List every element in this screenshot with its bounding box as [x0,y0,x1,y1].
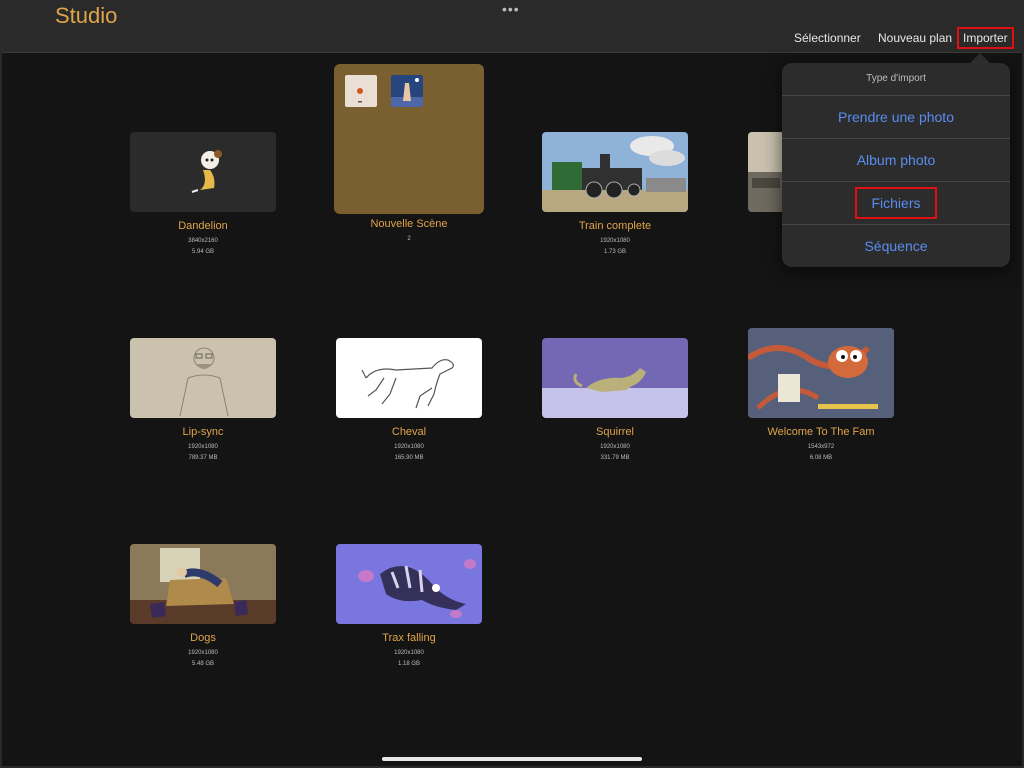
project-name: Lip-sync [182,426,224,438]
import-button[interactable]: Importer [957,27,1014,49]
horse-thumbnail-art [361,359,454,409]
project-size: 6.08 MB [809,455,833,461]
import-popover: Type d'import Prendre une photo Album ph… [782,53,1010,267]
select-button[interactable]: Sélectionner [794,31,861,45]
project-resolution: 1920x1080 [394,650,424,656]
project-name: Nouvelle Scène [370,218,448,230]
device-frame: Studio ••• Sélectionner Nouveau plan Imp… [0,0,1024,768]
files-option[interactable]: Fichiers [782,182,1010,225]
take-photo-option[interactable]: Prendre une photo [782,96,1010,139]
project-tile[interactable]: Cheval 1920x1080 165.90 MB [336,338,482,464]
project-thumbnail[interactable] [130,544,276,624]
files-option-label: Fichiers [855,187,937,219]
welcome-thumbnail-art [748,328,894,418]
project-size: 331.79 MB [600,455,630,461]
project-size: 5.48 GB [191,661,214,667]
project-thumbnail[interactable] [542,338,688,418]
project-resolution: 1543x972 [807,444,835,450]
import-popover-title: Type d'import [782,63,1010,96]
project-thumbnail[interactable] [748,328,894,418]
project-tile[interactable]: Welcome To The Fam 1543x972 6.08 MB [748,328,894,464]
train-thumbnail-art [542,136,688,212]
project-size: 1.18 GB [397,661,420,667]
sequence-option[interactable]: Séquence [782,225,1010,267]
home-indicator[interactable] [382,757,642,761]
folder-mini-thumbnail [345,75,377,107]
photo-album-option[interactable]: Album photo [782,139,1010,182]
project-resolution: 1920x1080 [394,444,424,450]
project-name: Dandelion [178,220,228,232]
project-name: Squirrel [596,426,634,438]
dandelion-thumbnail-art [191,150,222,193]
project-name: Dogs [190,632,216,644]
project-thumbnail[interactable] [748,132,784,212]
project-thumbnail[interactable] [130,132,276,212]
project-name: Trax falling [382,632,436,644]
trax-thumbnail-art [358,559,476,618]
scene-count: 2 [407,236,411,242]
multitasking-dots-icon[interactable]: ••• [502,2,520,16]
project-resolution: 1920x1080 [600,444,630,450]
project-tile[interactable]: Dandelion 3840x2160 5.94 GB [130,132,276,258]
project-resolution: 1920x1080 [188,444,218,450]
lip-sync-thumbnail-art [179,347,229,417]
project-tile[interactable]: Lip-sync 1920x1080 789.37 MB [130,338,276,464]
project-size: 789.37 MB [188,455,218,461]
project-thumbnail[interactable] [542,132,688,212]
project-size: 1.73 GB [603,249,626,255]
project-name: Welcome To The Fam [767,426,875,438]
project-thumbnail[interactable] [336,338,482,418]
project-size: 5.94 GB [191,249,214,255]
top-bar: Studio ••• Sélectionner Nouveau plan Imp… [2,0,1022,53]
project-tile[interactable]: Train complete 1920x1080 1.73 GB [542,132,688,258]
project-tile[interactable]: Squirrel 1920x1080 331.79 MB [542,338,688,464]
project-resolution: 1920x1080 [600,238,630,244]
project-name: Cheval [391,426,427,438]
scene-folder-label: Nouvelle Scène 2 [336,214,482,245]
project-name: Train complete [578,220,652,232]
app-title: Studio [55,3,118,28]
project-tile[interactable]: Dogs 1920x1080 5.48 GB [130,544,276,670]
scene-folder[interactable] [334,64,484,214]
folder-mini-thumbnail [391,75,423,107]
dogs-thumbnail-art [130,544,276,624]
project-resolution: 3840x2160 [188,238,218,244]
app-screen: Studio ••• Sélectionner Nouveau plan Imp… [2,0,1022,766]
project-thumbnail[interactable] [130,338,276,418]
project-tile[interactable]: Trax falling 1920x1080 1.18 GB [336,544,482,670]
project-thumbnail[interactable] [336,544,482,624]
squirrel-thumbnail-art [542,368,688,418]
project-size: 165.90 MB [394,455,424,461]
partial-thumbnail-art [748,132,784,212]
new-plan-button[interactable]: Nouveau plan [878,31,952,45]
project-resolution: 1920x1080 [188,650,218,656]
